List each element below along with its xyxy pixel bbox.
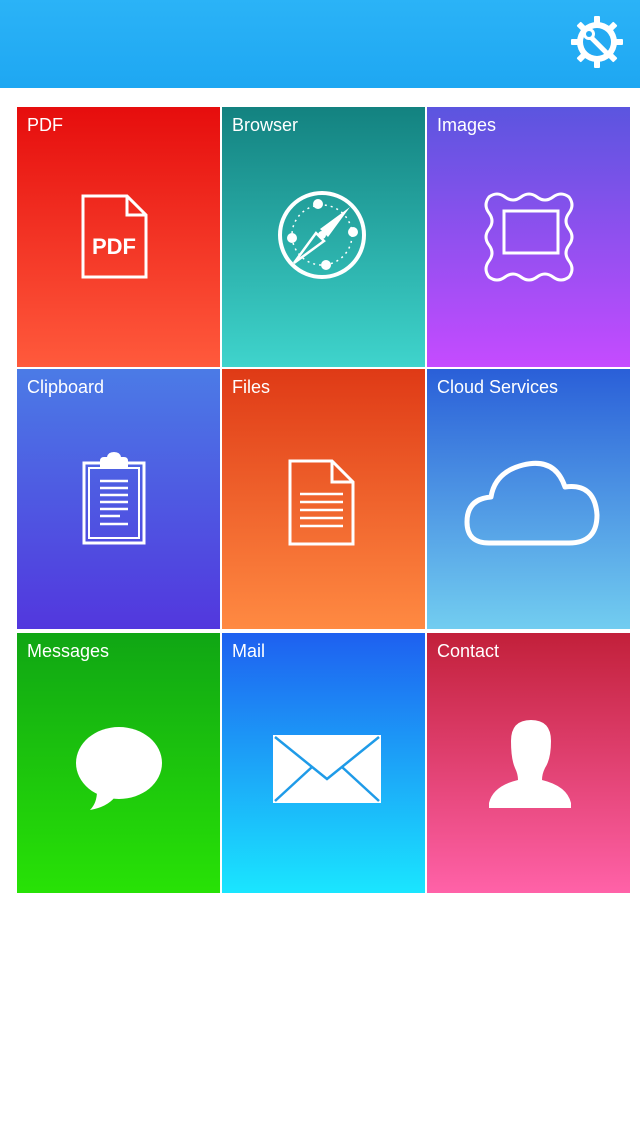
- tile-mail[interactable]: Mail: [222, 633, 425, 893]
- tile-files[interactable]: Files: [222, 369, 425, 629]
- tile-pdf[interactable]: PDF PDF: [17, 107, 220, 367]
- navigation-bar: [0, 0, 640, 88]
- compass-icon: [278, 191, 366, 279]
- clipboard-icon: [82, 452, 146, 545]
- tile-contact[interactable]: Contact: [427, 633, 630, 893]
- picture-frame-icon: [484, 192, 574, 282]
- tile-browser[interactable]: Browser: [222, 107, 425, 367]
- pdf-icon-text: PDF: [92, 234, 136, 259]
- settings-wrench-gear-icon: [571, 16, 623, 68]
- app-tile-grid: PDF PDF Browser Images Clipboard Files C…: [17, 107, 631, 895]
- cloud-icon: [464, 460, 600, 546]
- tile-images[interactable]: Images: [427, 107, 630, 367]
- envelope-icon: [273, 735, 381, 803]
- pdf-document-icon: PDF: [81, 194, 148, 279]
- tile-cloud-services[interactable]: Cloud Services: [427, 369, 630, 629]
- settings-button[interactable]: [568, 14, 628, 74]
- speech-bubble-icon: [76, 727, 162, 810]
- person-silhouette-icon: [489, 720, 571, 808]
- tile-clipboard[interactable]: Clipboard: [17, 369, 220, 629]
- file-document-icon: [288, 459, 355, 546]
- tile-messages[interactable]: Messages: [17, 633, 220, 893]
